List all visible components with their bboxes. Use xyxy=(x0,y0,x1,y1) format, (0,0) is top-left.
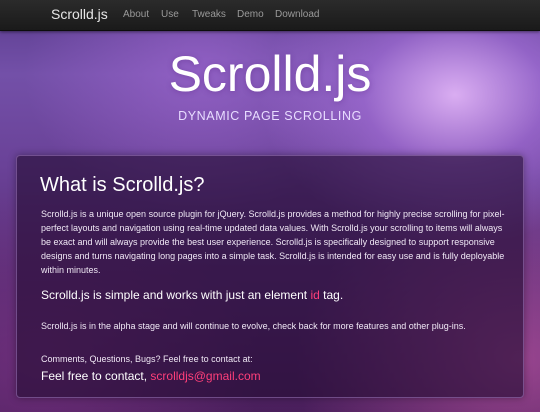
contact-email-link[interactable]: scrolldjs@gmail.com xyxy=(150,369,260,383)
contact-line: Feel free to contact, scrolldjs@gmail.co… xyxy=(41,369,261,384)
panel-heading: What is Scrolld.js? xyxy=(40,174,205,196)
contact-prefix: Feel free to contact, xyxy=(41,369,148,383)
brand-logo[interactable]: Scrolld.js xyxy=(51,6,108,22)
contact-note: Comments, Questions, Bugs? Feel free to … xyxy=(41,354,253,364)
hero-subtitle: DYNAMIC PAGE SCROLLING xyxy=(178,109,362,123)
nav-link-about[interactable]: About xyxy=(123,9,149,21)
panel-description: Scrolld.js is a unique open source plugi… xyxy=(41,209,505,275)
simple-usage-suffix: tag. xyxy=(323,288,344,302)
nav-link-tweaks[interactable]: Tweaks xyxy=(192,9,226,21)
top-navbar: Scrolld.js About Use Tweaks Demo Downloa… xyxy=(0,0,540,31)
alpha-stage-note: Scrolld.js is in the alpha stage and wil… xyxy=(41,321,466,331)
simple-usage-line: Scrolld.js is simple and works with just… xyxy=(41,288,343,303)
nav-link-demo[interactable]: Demo xyxy=(237,9,264,21)
simple-usage-accent: id xyxy=(310,288,320,302)
simple-usage-prefix: Scrolld.js is simple and works with just… xyxy=(41,288,308,302)
hero-title: Scrolld.js xyxy=(168,46,372,102)
nav-link-download[interactable]: Download xyxy=(275,9,319,21)
nav-link-use[interactable]: Use xyxy=(161,9,179,21)
